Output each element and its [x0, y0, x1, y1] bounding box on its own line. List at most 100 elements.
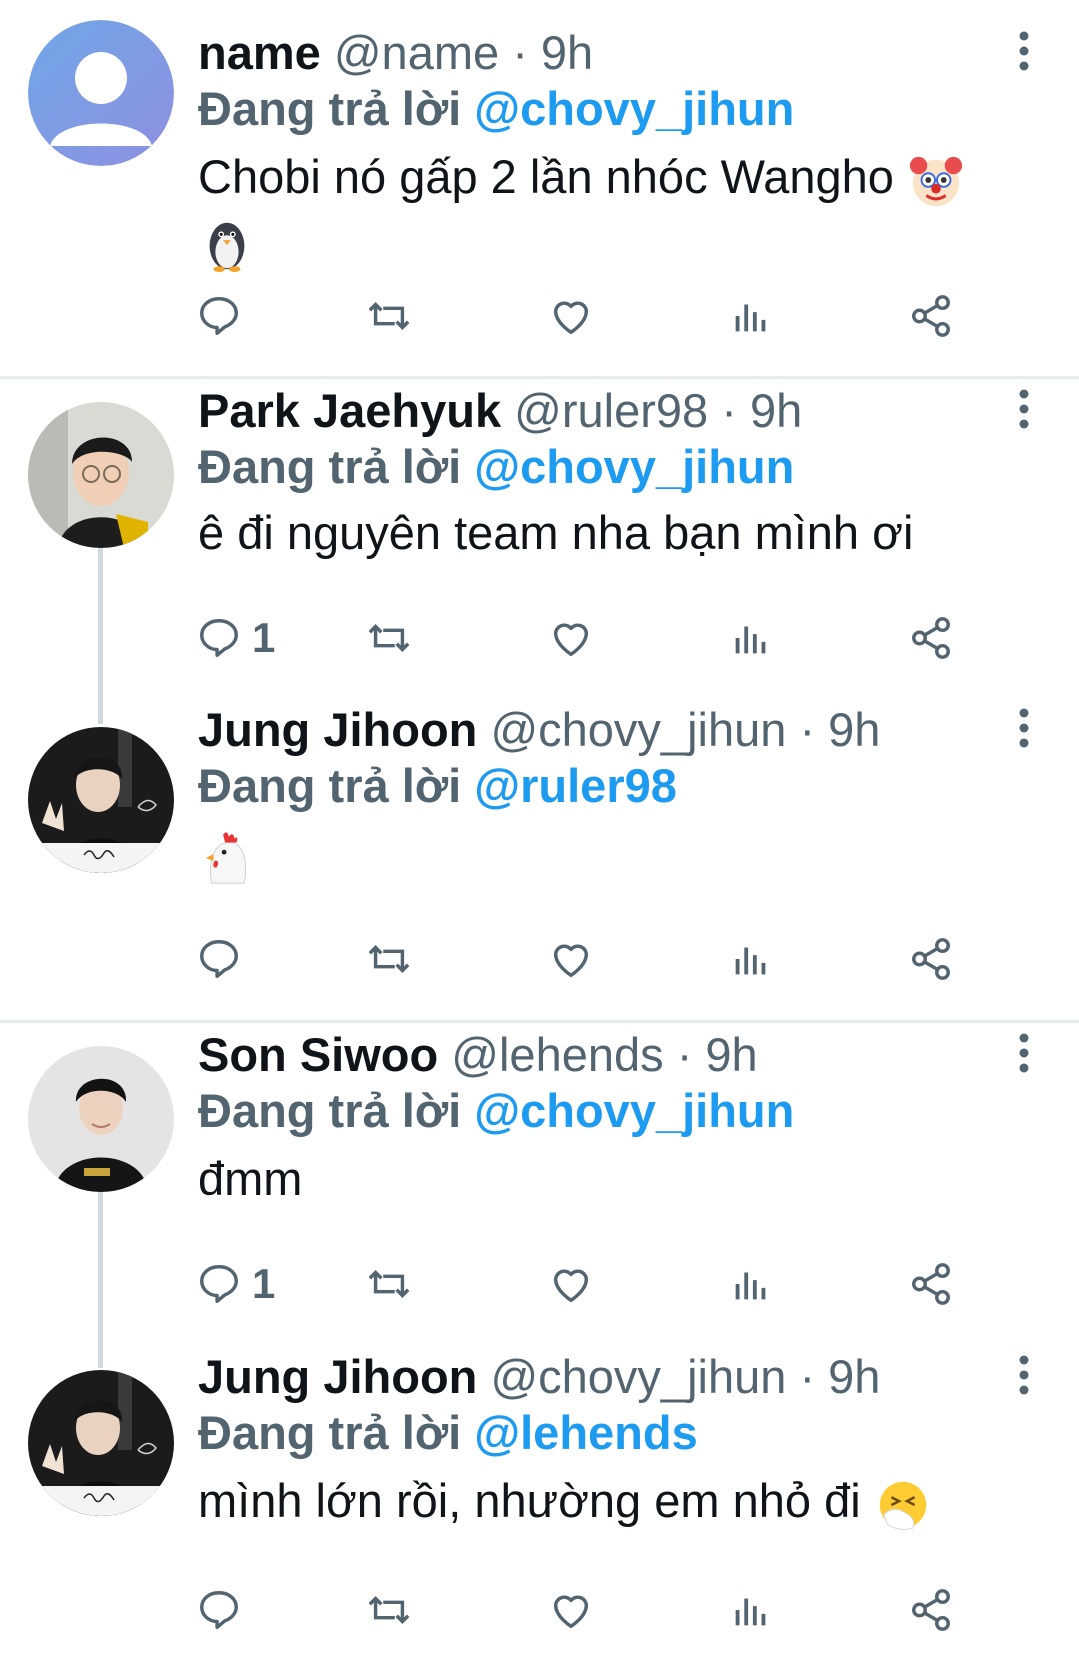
display-name[interactable]: name	[198, 26, 321, 79]
analytics-button[interactable]	[728, 933, 774, 985]
avatar[interactable]	[28, 1370, 174, 1516]
sneezing-face-emoji-icon	[874, 1476, 932, 1534]
share-icon	[912, 617, 950, 659]
timestamp[interactable]: · 9h	[512, 26, 593, 79]
reply-button[interactable]	[196, 1584, 252, 1636]
reply-target-link[interactable]: @lehends	[474, 1406, 697, 1459]
analytics-button[interactable]	[728, 1584, 774, 1636]
reply-button[interactable]: 1	[196, 612, 275, 664]
reply-button[interactable]	[196, 290, 252, 342]
avatar[interactable]	[28, 1046, 174, 1192]
profile-photo-icon	[28, 1370, 174, 1516]
reply-button[interactable]: 1	[196, 1258, 275, 1310]
tweet-3[interactable]: Jung Jihoon @chovy_jihun · 9h Đang trả l…	[0, 703, 1079, 1015]
reply-prefix: Đang trả lời	[198, 1084, 475, 1137]
more-options-icon[interactable]	[1004, 1028, 1044, 1078]
tweet-actions: 1	[196, 1258, 1016, 1310]
share-icon	[912, 295, 950, 337]
reply-icon	[200, 1591, 238, 1629]
tweet-4[interactable]: Son Siwoo @lehends · 9h Đang trả lời @ch…	[0, 1024, 1079, 1344]
avatar[interactable]	[28, 402, 174, 548]
more-options-icon[interactable]	[1004, 703, 1044, 753]
user-handle[interactable]: @ruler98	[514, 384, 708, 437]
analytics-button[interactable]	[728, 612, 774, 664]
clown-emoji-icon	[907, 152, 965, 210]
analytics-button[interactable]	[728, 1258, 774, 1310]
reply-target-link[interactable]: @chovy_jihun	[474, 82, 794, 135]
tweet-header: name @name · 9h	[198, 24, 593, 82]
share-button[interactable]	[908, 290, 954, 342]
analytics-icon	[735, 304, 766, 332]
display-name[interactable]: Son Siwoo	[198, 1028, 438, 1081]
replying-to: Đang trả lời @chovy_jihun	[198, 80, 794, 138]
share-button[interactable]	[908, 612, 954, 664]
reply-target-link[interactable]: @chovy_jihun	[474, 1084, 794, 1137]
retweet-icon	[368, 302, 410, 330]
like-button[interactable]	[548, 1584, 594, 1636]
tweet-5[interactable]: Jung Jihoon @chovy_jihun · 9h Đang trả l…	[0, 1348, 1079, 1666]
display-name[interactable]: Jung Jihoon	[198, 1350, 477, 1403]
profile-photo-icon	[28, 402, 174, 548]
tweet-actions	[196, 933, 1016, 985]
reply-target-link[interactable]: @ruler98	[474, 759, 677, 812]
default-avatar-icon	[28, 20, 174, 166]
reply-button[interactable]	[196, 933, 252, 985]
share-button[interactable]	[908, 1584, 954, 1636]
like-button[interactable]	[548, 1258, 594, 1310]
reply-prefix: Đang trả lời	[198, 440, 475, 493]
tweet-2[interactable]: Park Jaehyuk @ruler98 · 9h Đang trả lời …	[0, 380, 1079, 700]
tweet-header: Jung Jihoon @chovy_jihun · 9h	[198, 1348, 880, 1406]
retweet-button[interactable]	[366, 933, 412, 985]
retweet-button[interactable]	[366, 1584, 412, 1636]
tweet-actions	[196, 290, 1016, 342]
user-handle[interactable]: @chovy_jihun	[490, 1350, 786, 1403]
timestamp[interactable]: · 9h	[677, 1028, 758, 1081]
tweet-text	[198, 823, 1028, 887]
avatar[interactable]	[28, 20, 174, 166]
retweet-button[interactable]	[366, 612, 412, 664]
timestamp[interactable]: · 9h	[799, 703, 880, 756]
share-icon	[912, 1263, 950, 1305]
tweet-text-content: ê đi nguyên team nha bạn mình ơi	[198, 506, 914, 559]
more-options-icon[interactable]	[1004, 384, 1044, 434]
like-button[interactable]	[548, 290, 594, 342]
tweet-text: Chobi nó gấp 2 lần nhóc Wangho	[198, 146, 1028, 273]
retweet-button[interactable]	[366, 1258, 412, 1310]
reply-icon	[200, 1265, 238, 1303]
tweet-1[interactable]: name @name · 9h Đang trả lời @chovy_jihu…	[0, 0, 1079, 355]
retweet-button[interactable]	[366, 290, 412, 342]
analytics-icon	[735, 1272, 766, 1300]
penguin-emoji-icon	[198, 215, 256, 273]
like-button[interactable]	[548, 612, 594, 664]
user-handle[interactable]: @lehends	[451, 1028, 663, 1081]
analytics-button[interactable]	[728, 290, 774, 342]
timestamp[interactable]: · 9h	[799, 1350, 880, 1403]
divider	[0, 1020, 1079, 1023]
analytics-icon	[735, 1598, 766, 1626]
chicken-emoji-icon	[198, 829, 256, 887]
reply-target-link[interactable]: @chovy_jihun	[474, 440, 794, 493]
share-button[interactable]	[908, 933, 954, 985]
retweet-icon	[368, 945, 410, 973]
more-options-icon[interactable]	[1004, 26, 1044, 76]
reply-count: 1	[252, 614, 276, 661]
timestamp[interactable]: · 9h	[721, 384, 802, 437]
replying-to: Đang trả lời @chovy_jihun	[198, 1082, 794, 1140]
share-icon	[912, 938, 950, 980]
tweet-header: Park Jaehyuk @ruler98 · 9h	[198, 382, 802, 440]
display-name[interactable]: Jung Jihoon	[198, 703, 477, 756]
like-button[interactable]	[548, 933, 594, 985]
like-icon	[553, 944, 589, 978]
analytics-icon	[735, 947, 766, 975]
reply-icon	[200, 297, 238, 335]
user-handle[interactable]: @name	[334, 26, 499, 79]
user-handle[interactable]: @chovy_jihun	[490, 703, 786, 756]
retweet-icon	[368, 1270, 410, 1298]
more-options-icon[interactable]	[1004, 1350, 1044, 1400]
share-button[interactable]	[908, 1258, 954, 1310]
reply-prefix: Đang trả lời	[198, 759, 475, 812]
display-name[interactable]: Park Jaehyuk	[198, 384, 501, 437]
replying-to: Đang trả lời @ruler98	[198, 757, 677, 815]
avatar[interactable]	[28, 727, 174, 873]
tweet-text: ê đi nguyên team nha bạn mình ơi	[198, 502, 1028, 564]
